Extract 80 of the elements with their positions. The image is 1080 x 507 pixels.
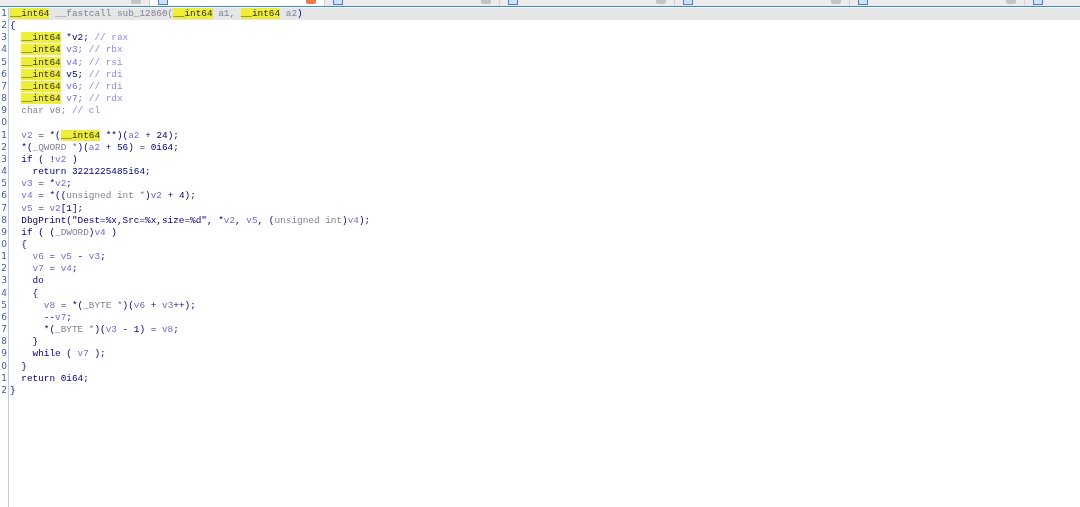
line-number: 1 — [0, 251, 8, 264]
code-line: v4 = *((unsigned int *)v2 + 4); — [20, 190, 196, 202]
code-line: __int64 v4; // rsi — [20, 56, 123, 68]
line-number: 6 — [0, 190, 8, 203]
line-number: 0 — [0, 117, 8, 130]
window-icon — [508, 0, 518, 5]
code-line: __int64 v5; // rdi — [20, 68, 123, 80]
line-number: 2 — [0, 384, 8, 397]
code-line: __int64 v7; // rdx — [20, 93, 123, 105]
line-number: 1 — [0, 372, 8, 385]
line-number: 4 — [0, 44, 8, 57]
line-number: 6 — [0, 68, 8, 81]
line-number: 8 — [0, 93, 8, 106]
line-number: 8 — [0, 336, 8, 349]
line-number: 9 — [0, 105, 8, 118]
code-line: } — [20, 360, 27, 372]
code-line: v7 = v4; — [31, 263, 78, 275]
tab[interactable] — [150, 0, 325, 6]
line-number: 0 — [0, 360, 8, 373]
line-number: 9 — [0, 226, 8, 239]
tab[interactable] — [850, 0, 1025, 6]
line-number: 9 — [0, 348, 8, 361]
close-icon[interactable] — [481, 0, 491, 4]
code-line: } — [31, 336, 39, 348]
code-line: v5 = v2[1]; — [20, 202, 84, 214]
line-number: 5 — [0, 299, 8, 312]
line-number: 1 — [0, 129, 8, 142]
code-line: return 0i64; — [20, 372, 89, 384]
window-icon — [158, 0, 168, 5]
code-line: if ( !v2 ) — [20, 153, 78, 165]
window-icon — [333, 0, 343, 5]
tab[interactable] — [500, 0, 675, 6]
code-line: { — [20, 238, 27, 250]
line-number: 2 — [0, 263, 8, 276]
code-line: *(_QWORD *)(a2 + 56) = 0i64; — [20, 141, 179, 153]
code-line: __int64 v6; // rdi — [20, 80, 123, 92]
line-number: 2 — [0, 141, 8, 154]
tab[interactable] — [0, 0, 150, 6]
line-number: 4 — [0, 287, 8, 300]
line-number: 3 — [0, 32, 8, 45]
tab[interactable] — [325, 0, 500, 6]
line-number: 7 — [0, 80, 8, 93]
line-number: 2 — [0, 20, 8, 33]
line-number: 6 — [0, 311, 8, 324]
code-line: __int64 v3; // rbx — [20, 44, 123, 56]
close-icon[interactable] — [656, 0, 666, 4]
line-number: 1 — [0, 8, 8, 20]
window-icon — [858, 0, 868, 5]
line-number: 0 — [0, 238, 8, 251]
line-number: 7 — [0, 324, 8, 337]
line-number: 8 — [0, 214, 8, 227]
code-line: { — [31, 287, 39, 299]
close-icon[interactable] — [306, 0, 316, 4]
window-icon — [683, 0, 693, 5]
code-line: v6 = v5 - v3; — [31, 251, 106, 263]
code-line: *(_BYTE *)(v3 - 1) = v8; — [42, 324, 179, 336]
code-line: { — [10, 20, 16, 32]
tab[interactable] — [675, 0, 850, 6]
line-number: 5 — [0, 178, 8, 191]
code-line: while ( v7 ); — [31, 348, 106, 360]
code-line: return 3221225485i64; — [31, 166, 151, 178]
code-line: char v8; // cl — [20, 105, 101, 117]
line-number: 3 — [0, 275, 8, 288]
code-line: } — [10, 384, 16, 396]
close-icon[interactable] — [1006, 0, 1016, 4]
code-line: v3 = *v2; — [20, 178, 72, 190]
code-line: v8 = *(_BYTE *)(v6 + v3++); — [42, 299, 196, 311]
line-number: 4 — [0, 166, 8, 179]
line-number: 3 — [0, 153, 8, 166]
close-icon[interactable] — [831, 0, 841, 4]
code-line: DbgPrint("Dest=%x,Src=%x,size=%d", *v2, v5, (unsigned int)v4); — [20, 214, 371, 226]
close-icon[interactable] — [131, 0, 141, 4]
code-line: if ( (_DWORD)v4 ) — [20, 226, 117, 238]
code-line: v2 = *(__int64 **)(a2 + 24); — [20, 129, 179, 141]
line-number: 7 — [0, 202, 8, 215]
line-number: 5 — [0, 56, 8, 69]
code-line: __int64 *v2; // rax — [20, 32, 129, 44]
window-icon — [1033, 0, 1043, 5]
code-line: do — [31, 275, 44, 287]
code-line: --v7; — [42, 311, 72, 323]
